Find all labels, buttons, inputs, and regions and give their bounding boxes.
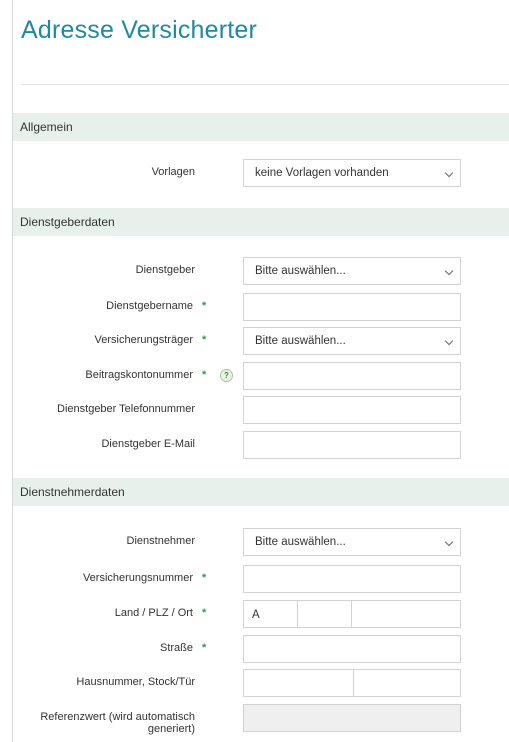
row-hausnummer: Hausnummer, Stock/Tür: [13, 669, 509, 697]
dienstgeber-label: Dienstgeber: [135, 264, 195, 276]
beitragskontonummer-label: Beitragskontonummer: [85, 369, 193, 381]
required-marker: *: [202, 334, 207, 346]
vorlagen-value: keine Vorlagen vorhanden: [255, 167, 389, 179]
row-land-plz-ort: Land / PLZ / Ort * A: [13, 600, 509, 628]
section-allgemein: Allgemein: [13, 113, 509, 141]
hausnummer-group: [243, 669, 461, 697]
stock-tuer-input[interactable]: [354, 670, 460, 696]
row-vorlagen: Vorlagen keine Vorlagen vorhanden: [13, 159, 509, 187]
referenzwert-label: Referenzwert (wird automatisch generiert…: [40, 711, 195, 735]
section-dienstnehmer-title: Dienstnehmerdaten: [20, 485, 125, 499]
referenzwert-input: [243, 704, 461, 732]
row-versicherungstraeger: Versicherungsträger * Bitte auswählen...: [13, 327, 509, 355]
strasse-input[interactable]: [243, 635, 461, 663]
chevron-down-icon: [444, 336, 454, 346]
land-plz-ort-label: Land / PLZ / Ort: [114, 607, 193, 619]
row-dienstgeber: Dienstgeber Bitte auswählen...: [13, 257, 509, 285]
plz-input[interactable]: [298, 601, 352, 627]
dg-email-input[interactable]: [243, 431, 461, 459]
row-referenzwert: Referenzwert (wird automatisch generiert…: [13, 704, 509, 735]
versicherungstraeger-select[interactable]: Bitte auswählen...: [243, 327, 461, 355]
row-strasse: Straße *: [13, 635, 509, 663]
hausnummer-label: Hausnummer, Stock/Tür: [76, 676, 195, 688]
section-dienstgeber: Dienstgeberdaten: [13, 208, 509, 236]
required-marker: *: [202, 607, 207, 619]
chevron-down-icon: [444, 537, 454, 547]
dg-telefon-input[interactable]: [243, 396, 461, 424]
section-allgemein-title: Allgemein: [20, 120, 73, 134]
help-icon[interactable]: ?: [220, 369, 233, 382]
versicherungstraeger-label: Versicherungsträger: [94, 334, 193, 346]
land-value: A: [252, 609, 260, 621]
chevron-down-icon: [444, 266, 454, 276]
beitragskontonummer-input[interactable]: [243, 362, 461, 390]
row-beitragskontonummer: Beitragskontonummer * ?: [13, 362, 509, 390]
vorlagen-select[interactable]: keine Vorlagen vorhanden: [243, 159, 461, 187]
title-divider: [21, 84, 509, 85]
versicherungstraeger-value: Bitte auswählen...: [255, 335, 346, 347]
dienstgebername-label: Dienstgebername: [106, 300, 193, 312]
dienstgeber-value: Bitte auswählen...: [255, 265, 346, 277]
row-dienstgebername: Dienstgebername *: [13, 293, 509, 321]
page-title: Adresse Versicherter: [21, 16, 258, 44]
chevron-down-icon: [444, 168, 454, 178]
dienstnehmer-value: Bitte auswählen...: [255, 536, 346, 548]
row-dienstnehmer: Dienstnehmer Bitte auswählen...: [13, 528, 509, 556]
strasse-label: Straße: [159, 642, 193, 654]
dg-email-label: Dienstgeber E-Mail: [101, 438, 195, 450]
section-dienstgeber-title: Dienstgeberdaten: [20, 215, 115, 229]
row-versicherungsnummer: Versicherungsnummer *: [13, 565, 509, 593]
versicherungsnummer-input[interactable]: [243, 565, 461, 593]
referenzwert-label-line1: Referenzwert (wird automatisch: [40, 711, 195, 723]
vorlagen-label: Vorlagen: [151, 166, 195, 178]
required-marker: *: [202, 572, 207, 584]
dg-telefon-label: Dienstgeber Telefonnummer: [57, 403, 195, 415]
dienstgebername-input[interactable]: [243, 293, 461, 321]
dienstgeber-select[interactable]: Bitte auswählen...: [243, 257, 461, 285]
row-dg-email: Dienstgeber E-Mail: [13, 431, 509, 459]
row-dg-telefon: Dienstgeber Telefonnummer: [13, 396, 509, 424]
ort-input[interactable]: [352, 601, 460, 627]
required-marker: *: [202, 369, 207, 381]
versicherungsnummer-label: Versicherungsnummer: [82, 572, 193, 584]
hausnummer-input[interactable]: [244, 670, 354, 696]
required-marker: *: [202, 300, 207, 312]
form-panel: Adresse Versicherter Allgemein Vorlagen …: [12, 0, 509, 742]
dienstnehmer-label: Dienstnehmer: [126, 535, 195, 547]
required-marker: *: [202, 642, 207, 654]
land-input[interactable]: A: [244, 601, 298, 627]
referenzwert-label-line2: generiert): [147, 723, 195, 735]
land-plz-ort-group: A: [243, 600, 461, 628]
section-dienstnehmer: Dienstnehmerdaten: [13, 478, 509, 506]
dienstnehmer-select[interactable]: Bitte auswählen...: [243, 528, 461, 556]
